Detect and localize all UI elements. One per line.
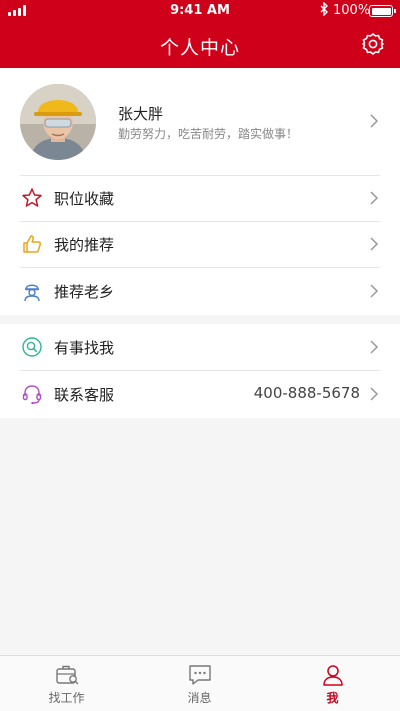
menu-group-1: 职位收藏 我的推荐 推荐老乡 <box>0 175 400 315</box>
chevron-right-icon <box>369 114 379 128</box>
battery-icon <box>369 5 396 17</box>
briefcase-icon <box>54 663 80 687</box>
user-icon <box>320 663 346 687</box>
avatar <box>20 84 96 160</box>
tab-bar: 找工作 消息 我 <box>0 655 400 711</box>
chevron-right-icon <box>369 340 379 354</box>
tab-label: 我 <box>326 691 339 705</box>
tab-label: 找工作 <box>48 691 85 705</box>
header-bar: 9:41 AM 100% 个人中心 <box>0 0 400 68</box>
menu-group-2: 有事找我 联系客服 400-888-5678 <box>0 324 400 418</box>
menu-item-label: 职位收藏 <box>54 190 115 208</box>
menu-item-favorites[interactable]: 职位收藏 <box>0 175 400 222</box>
service-phone-number[interactable]: 400-888-5678 <box>254 384 360 402</box>
tab-me[interactable]: 我 <box>266 656 399 711</box>
worker-icon <box>21 280 43 302</box>
page-title: 个人中心 <box>159 37 240 59</box>
profile-motto: 勤劳努力，吃苦耐劳，踏实做事！ <box>118 127 299 141</box>
chevron-right-icon <box>369 191 379 205</box>
menu-item-label: 联系客服 <box>54 386 115 404</box>
bluetooth-icon <box>320 1 329 20</box>
menu-item-recommend-townsmen[interactable]: 推荐老乡 <box>0 268 400 315</box>
chevron-right-icon <box>369 387 379 401</box>
settings-gear-icon[interactable] <box>360 31 386 57</box>
menu-item-contact-me[interactable]: 有事找我 <box>0 324 400 371</box>
menu-item-my-recommendations[interactable]: 我的推荐 <box>0 221 400 268</box>
menu-item-label: 有事找我 <box>54 339 115 357</box>
menu-item-customer-service[interactable]: 联系客服 400-888-5678 <box>0 371 400 418</box>
battery-percent: 100% <box>333 3 371 18</box>
tab-label: 消息 <box>187 691 212 705</box>
status-bar: 9:41 AM 100% <box>0 0 400 22</box>
search-icon <box>21 336 43 358</box>
profile-name: 张大胖 <box>118 105 164 123</box>
message-icon <box>187 663 213 687</box>
headset-icon <box>21 383 43 405</box>
chevron-right-icon <box>369 284 379 298</box>
menu-item-label: 我的推荐 <box>54 236 115 254</box>
chevron-right-icon <box>369 237 379 251</box>
star-icon <box>21 187 43 209</box>
tab-messages[interactable]: 消息 <box>133 656 266 711</box>
tab-find-job[interactable]: 找工作 <box>0 656 133 711</box>
thumbs-up-icon <box>21 233 43 255</box>
profile-card[interactable]: 张大胖 勤劳努力，吃苦耐劳，踏实做事！ <box>0 68 400 175</box>
menu-item-label: 推荐老乡 <box>54 283 115 301</box>
